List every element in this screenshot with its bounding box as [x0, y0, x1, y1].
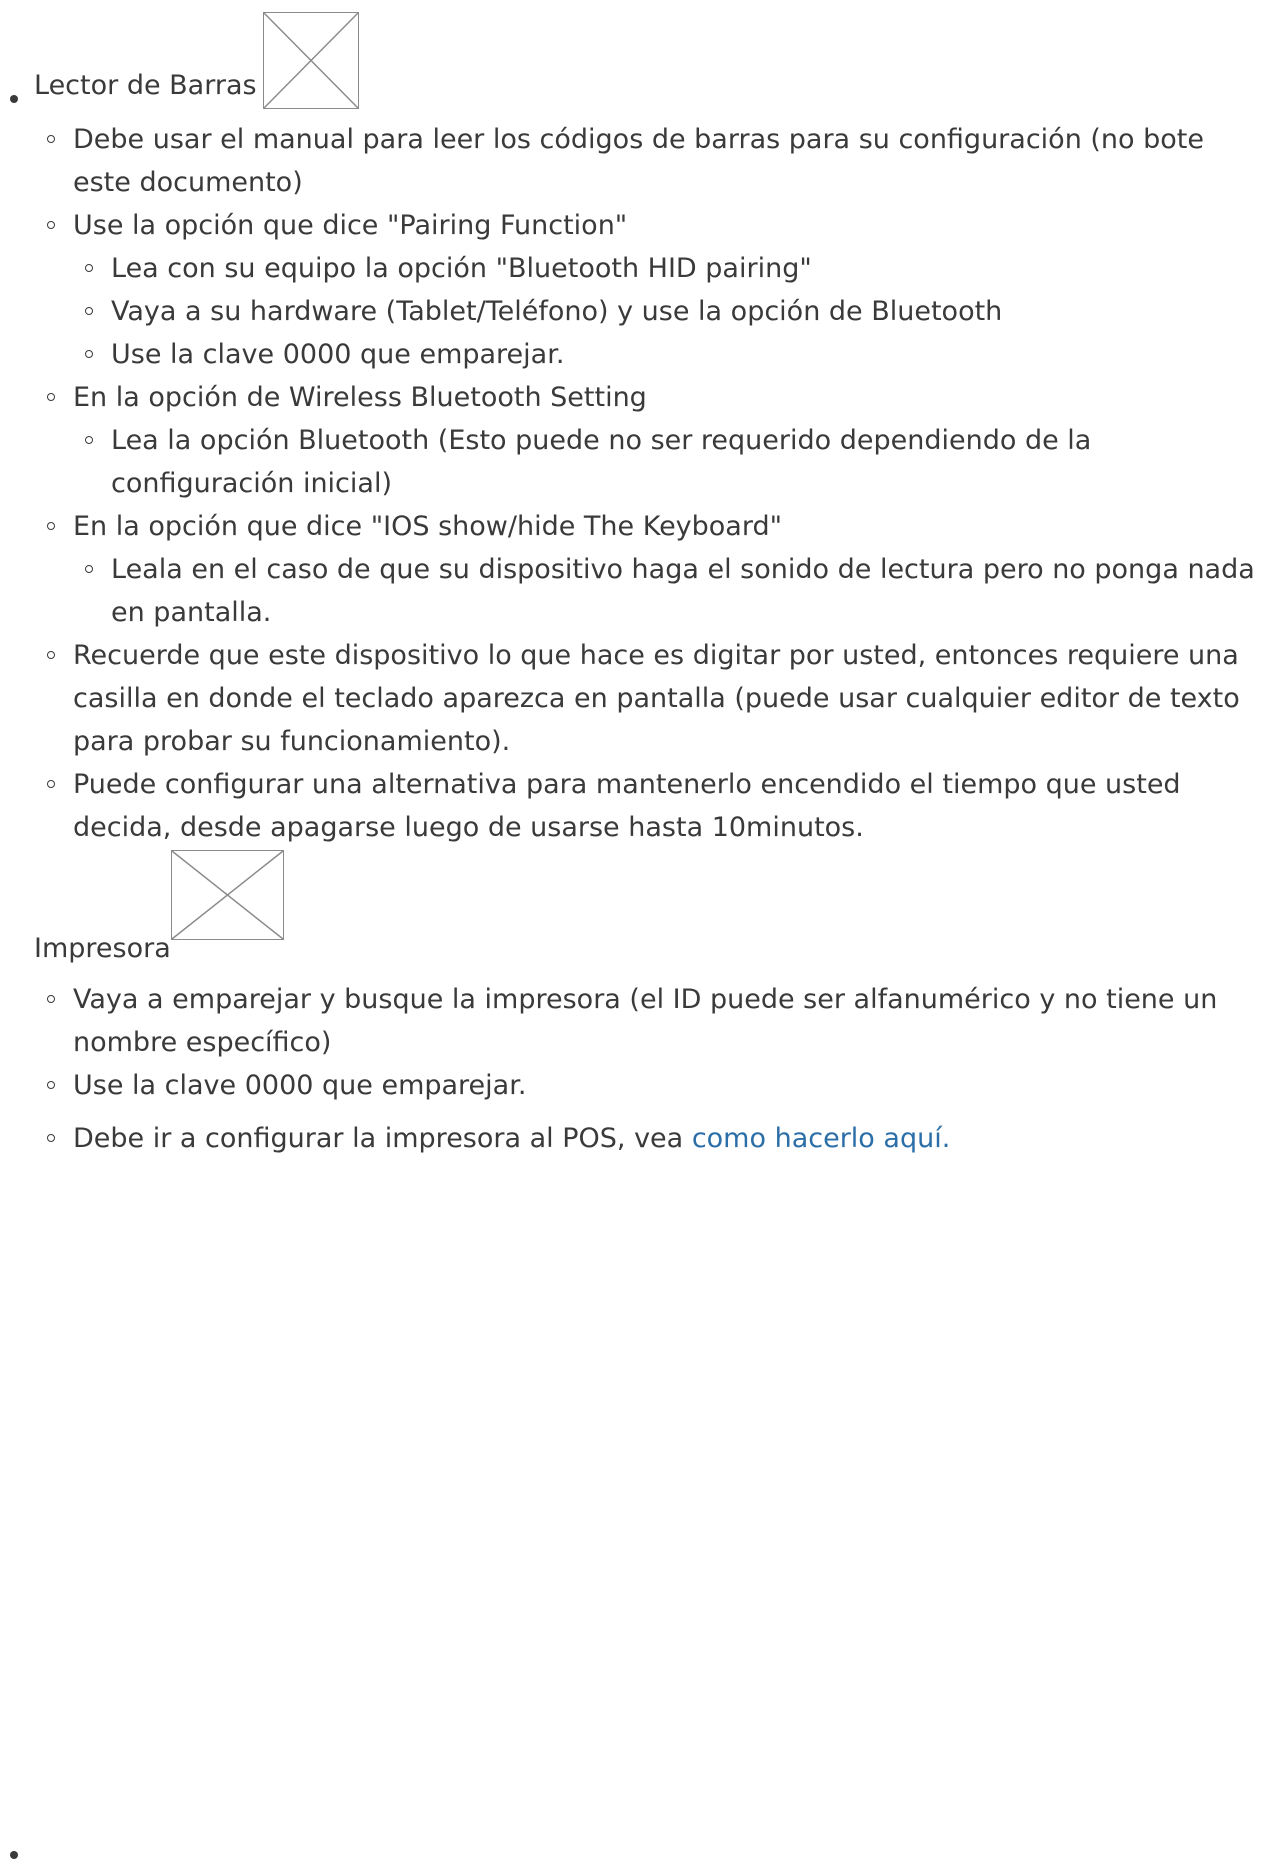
list-item-lector: Lector de Barras Debe usar el manual par… [10, 0, 1264, 849]
impresora-sub-list: Vaya a emparejar y busque la impresora (… [47, 978, 1264, 1160]
broken-image-icon [262, 12, 359, 109]
list-item: En la opción de Wireless Bluetooth Setti… [47, 376, 1264, 505]
list-item: Lea la opción Bluetooth (Esto puede no s… [85, 419, 1264, 505]
main-list: Lector de Barras Debe usar el manual par… [10, 0, 1264, 1859]
list-item: Leala en el caso de que su dispositivo h… [85, 548, 1264, 634]
list-item: Use la opción que dice "Pairing Function… [47, 204, 1264, 376]
lector-sub-list: Debe usar el manual para leer los código… [47, 118, 1264, 849]
list-item: Debe usar el manual para leer los código… [47, 118, 1264, 204]
list-item: Use la clave 0000 que emparejar. [85, 333, 1264, 376]
pos-setup-link[interactable]: como hacerlo aquí. [692, 1123, 950, 1154]
ios-sub-list: Leala en el caso de que su dispositivo h… [85, 548, 1264, 634]
wireless-sub-list: Lea la opción Bluetooth (Esto puede no s… [85, 419, 1264, 505]
list-item: Vaya a emparejar y busque la impresora (… [47, 978, 1264, 1064]
impresora-title: Impresora [34, 933, 171, 964]
list-item: En la opción que dice "IOS show/hide The… [47, 505, 1264, 634]
list-item-impresora: Impresora Vaya a emparejar y busque la i… [10, 927, 1264, 1859]
list-item: Vaya a su hardware (Tablet/Teléfono) y u… [85, 290, 1264, 333]
list-item: Puede configurar una alternativa para ma… [47, 763, 1264, 849]
list-item: Lea con su equipo la opción "Bluetooth H… [85, 247, 1264, 290]
broken-image-icon [171, 850, 284, 940]
list-item: Use la clave 0000 que emparejar. [47, 1064, 1264, 1107]
lector-title: Lector de Barras [34, 70, 257, 101]
list-item: Debe ir a configurar la impresora al POS… [47, 1117, 1264, 1160]
list-item: Recuerde que este dispositivo lo que hac… [47, 634, 1264, 763]
pairing-sub-list: Lea con su equipo la opción "Bluetooth H… [85, 247, 1264, 376]
